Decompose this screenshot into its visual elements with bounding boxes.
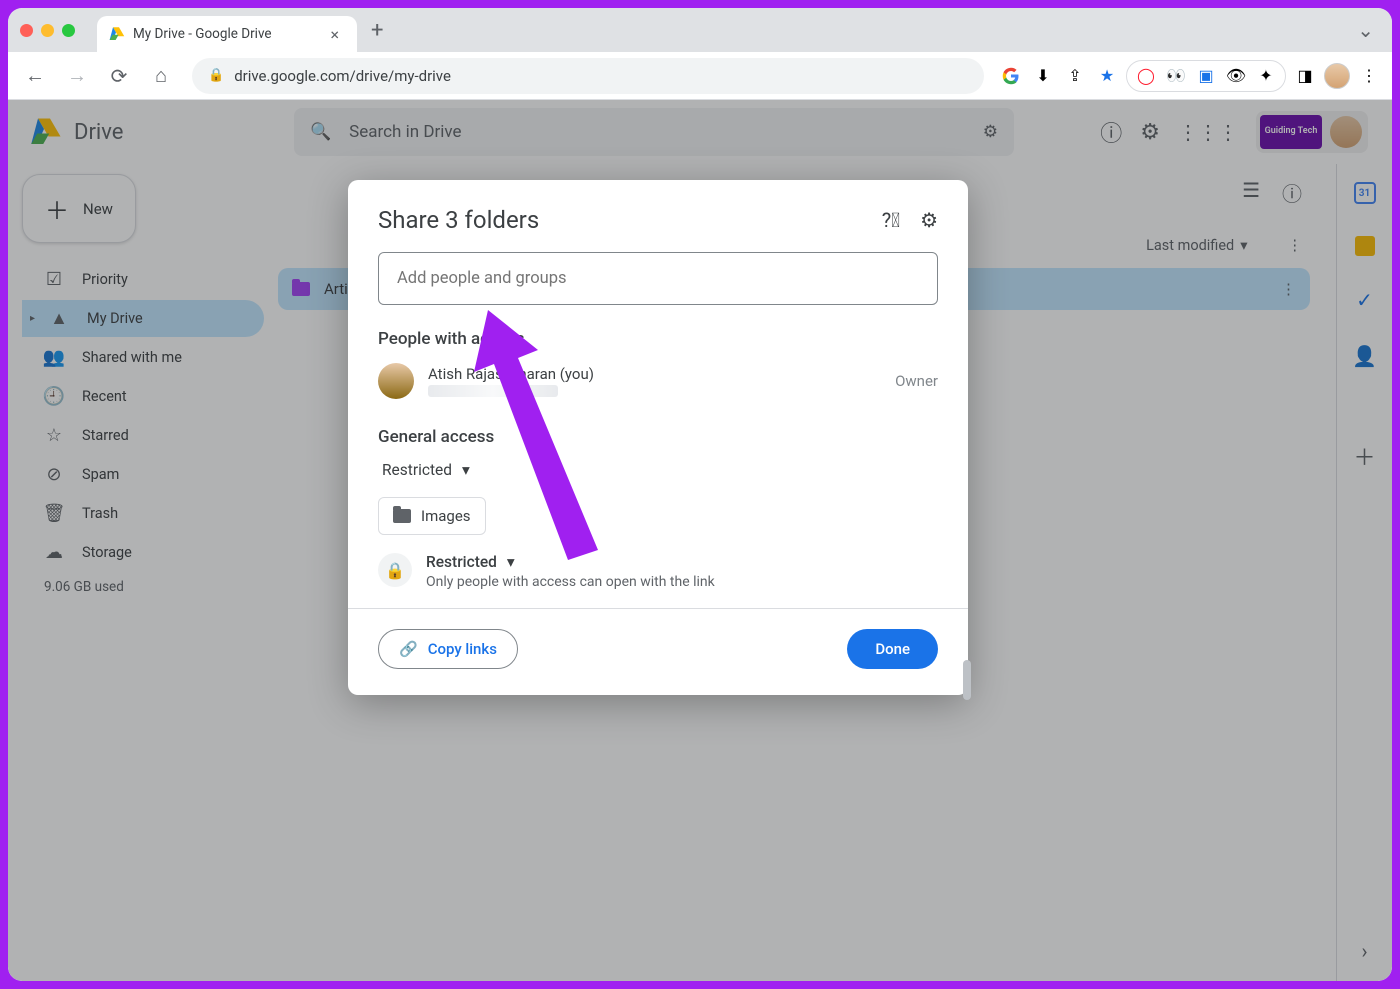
dialog-footer: 🔗 Copy links Done xyxy=(348,608,968,695)
done-button[interactable]: Done xyxy=(847,629,938,669)
tab-title: My Drive - Google Drive xyxy=(133,26,272,42)
link-access-dropdown[interactable]: Restricted ▾ xyxy=(426,553,715,571)
extensions-icon[interactable]: ✦ xyxy=(1253,63,1279,89)
chevron-down-icon: ▾ xyxy=(462,461,470,479)
google-icon[interactable] xyxy=(998,63,1024,89)
link-access-description: Only people with access can open with th… xyxy=(426,574,715,590)
person-role: Owner xyxy=(895,372,938,390)
chevron-down-icon: ▾ xyxy=(507,553,515,571)
ext-eye-icon[interactable]: 👁 xyxy=(1223,63,1249,89)
home-button[interactable]: ⌂ xyxy=(144,59,178,93)
tab-overflow-icon[interactable]: ⌄ xyxy=(1351,18,1380,42)
person-name: Atish Rajasekharan (you) xyxy=(428,365,594,383)
dialog-help-icon[interactable]: ?⃝ xyxy=(882,208,900,232)
window-controls xyxy=(20,24,75,37)
browser-toolbar: ← → ⟳ ⌂ 🔒 drive.google.com/drive/my-driv… xyxy=(8,52,1392,100)
drive-app: Drive 🔍 Search in Drive ⚙ ⓘ ⚙ ⋮⋮⋮ Guidin… xyxy=(8,100,1392,981)
person-avatar xyxy=(378,363,414,399)
dialog-settings-icon[interactable]: ⚙ xyxy=(920,208,938,232)
address-bar[interactable]: 🔒 drive.google.com/drive/my-drive xyxy=(192,58,984,94)
copy-links-button[interactable]: 🔗 Copy links xyxy=(378,629,518,669)
chip-label: Images xyxy=(421,507,471,525)
url-text: drive.google.com/drive/my-drive xyxy=(234,67,451,85)
browser-menu-icon[interactable]: ⋮ xyxy=(1356,63,1382,89)
bookmark-icon[interactable]: ★ xyxy=(1094,63,1120,89)
share-dialog: Share 3 folders ?⃝ ⚙ People with access … xyxy=(348,180,968,695)
reload-button[interactable]: ⟳ xyxy=(102,59,136,93)
profile-avatar[interactable] xyxy=(1324,63,1350,89)
folder-icon xyxy=(393,509,411,523)
minimize-window[interactable] xyxy=(41,24,54,37)
ext-badge-icon[interactable]: ▣ xyxy=(1193,63,1219,89)
extension-group: ◯ 👀 ▣ 👁 ✦ xyxy=(1126,60,1286,92)
access-level-dropdown[interactable]: Restricted ▾ xyxy=(382,461,938,479)
link-icon: 🔗 xyxy=(399,640,418,658)
scrollbar[interactable] xyxy=(963,660,971,700)
link-access-row: 🔒 Restricted ▾ Only people with access c… xyxy=(378,553,938,590)
ext-opera-icon[interactable]: ◯ xyxy=(1133,63,1159,89)
lock-icon: 🔒 xyxy=(208,68,224,83)
close-window[interactable] xyxy=(20,24,33,37)
drive-favicon-icon xyxy=(107,25,125,43)
share-icon[interactable]: ⇪ xyxy=(1062,63,1088,89)
lock-icon: 🔒 xyxy=(378,553,412,587)
maximize-window[interactable] xyxy=(62,24,75,37)
close-tab-icon[interactable]: × xyxy=(326,25,343,44)
people-with-access-heading: People with access xyxy=(378,329,938,349)
forward-button[interactable]: → xyxy=(60,59,94,93)
person-email-redacted xyxy=(428,385,558,397)
sidebar-toggle-icon[interactable]: ◨ xyxy=(1292,63,1318,89)
download-icon[interactable]: ⬇ xyxy=(1030,63,1056,89)
folder-chip[interactable]: Images xyxy=(378,497,486,535)
dialog-title: Share 3 folders xyxy=(378,206,539,234)
general-access-heading: General access xyxy=(378,427,938,447)
browser-tab[interactable]: My Drive - Google Drive × xyxy=(97,16,357,52)
browser-titlebar: My Drive - Google Drive × + ⌄ xyxy=(8,8,1392,52)
new-tab-button[interactable]: + xyxy=(357,18,397,43)
back-button[interactable]: ← xyxy=(18,59,52,93)
ext-eyes-icon[interactable]: 👀 xyxy=(1163,63,1189,89)
person-row: Atish Rajasekharan (you) Owner xyxy=(378,363,938,399)
add-people-input[interactable] xyxy=(378,252,938,305)
